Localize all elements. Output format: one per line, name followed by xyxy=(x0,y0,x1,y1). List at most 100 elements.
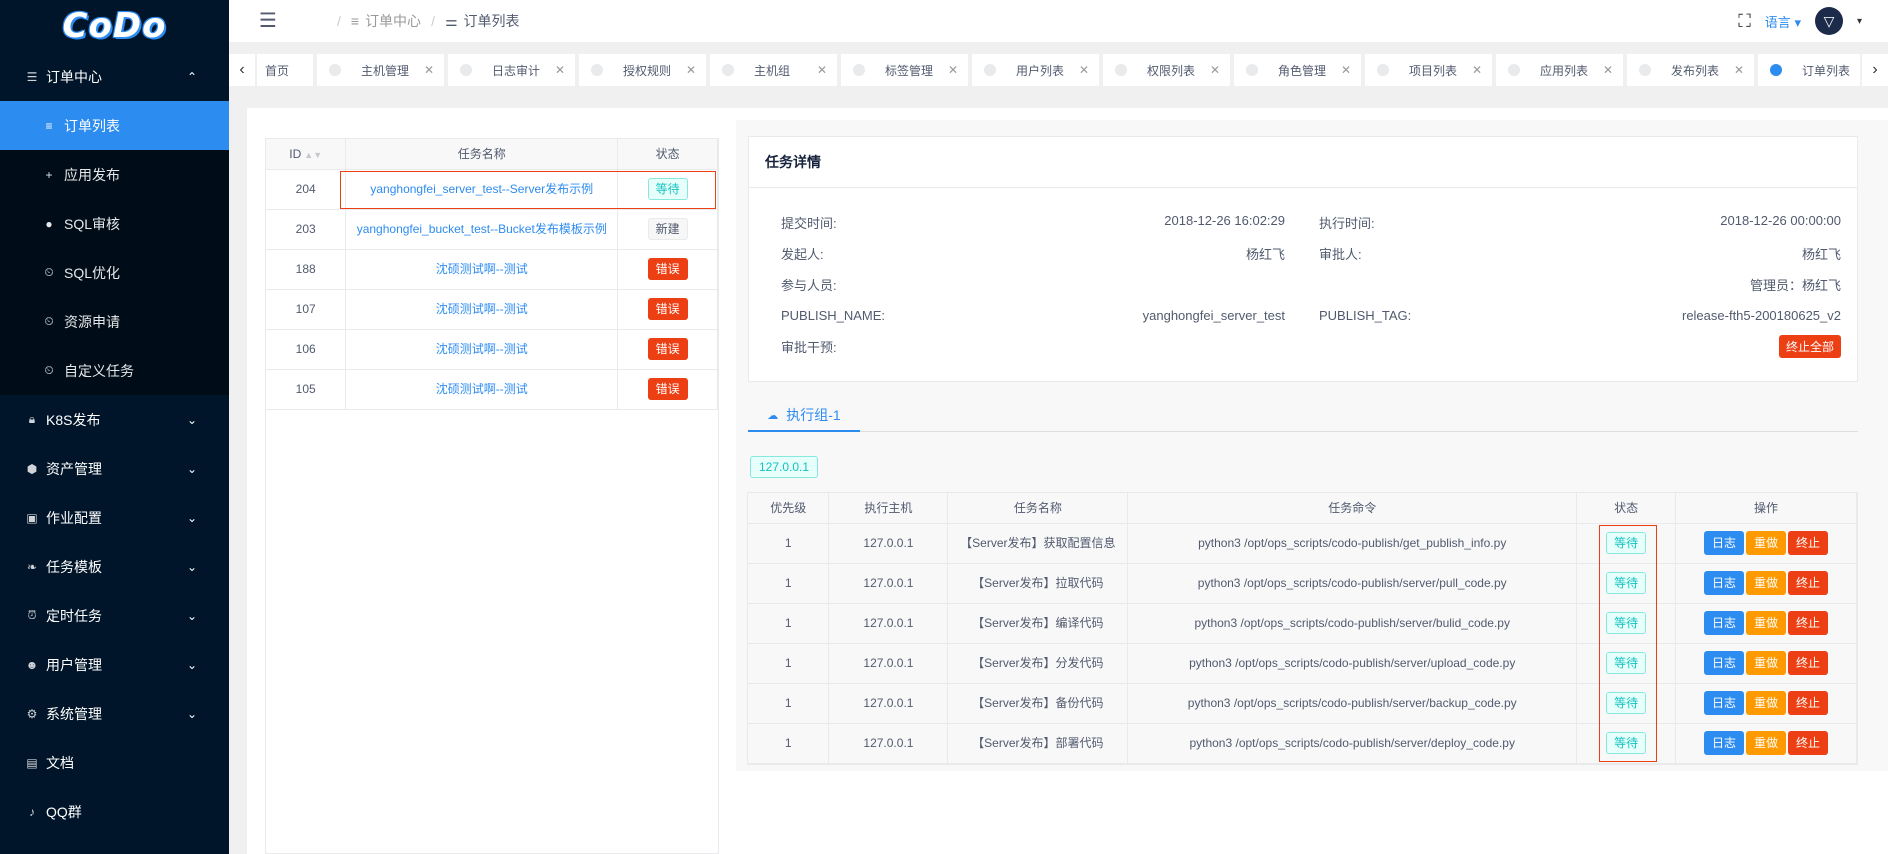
sidebar-item-label: 订单列表 xyxy=(64,117,120,134)
tabs-scroll-left-button[interactable]: ‹ xyxy=(229,54,255,86)
column-header-id[interactable]: ID ▲▼ xyxy=(266,139,347,170)
close-icon[interactable]: ✕ xyxy=(1734,63,1744,77)
column-header-priority: 优先级 xyxy=(748,493,830,524)
log-button[interactable]: 日志 xyxy=(1704,571,1745,595)
redo-button[interactable]: 重做 xyxy=(1746,611,1787,635)
language-dropdown[interactable]: 语言 ▾ xyxy=(1765,12,1801,31)
close-icon[interactable]: ✕ xyxy=(1341,63,1351,77)
close-icon[interactable]: ✕ xyxy=(424,63,434,77)
breadcrumb-item-order-list: 订单列表 xyxy=(463,13,520,29)
hamburger-icon[interactable]: ☰ xyxy=(259,8,277,33)
redo-button[interactable]: 重做 xyxy=(1746,651,1787,675)
menu-group-k8s[interactable]: 🔒︎ K8S发布 ⌄ xyxy=(0,395,229,444)
host-cell: 127.0.0.1 xyxy=(828,563,949,604)
tab-tag-mgmt[interactable]: 标签管理 ✕ xyxy=(841,54,968,86)
caret-down-icon[interactable]: ▾ xyxy=(1857,16,1862,27)
tab-order-list[interactable]: 订单列表✕ xyxy=(1758,54,1860,86)
menu-group-scheduled-task[interactable]: ⏰︎ 定时任务 ⌄ xyxy=(0,591,229,640)
stop-button[interactable]: 终止 xyxy=(1788,531,1829,555)
tab-publish-list[interactable]: 发布列表 ✕ xyxy=(1627,54,1754,86)
redo-button[interactable]: 重做 xyxy=(1746,531,1787,555)
order-name-link[interactable]: 沈硕测试啊--测试 xyxy=(345,329,619,370)
order-name-link[interactable]: 沈硕测试啊--测试 xyxy=(345,369,619,410)
order-name-link[interactable]: 沈硕测试啊--测试 xyxy=(345,289,619,330)
sort-icon[interactable]: ▲▼ xyxy=(304,150,322,160)
table-row[interactable]: 106 沈硕测试啊--测试 错误 xyxy=(266,329,718,370)
order-id: 105 xyxy=(266,369,347,410)
redo-button[interactable]: 重做 xyxy=(1746,731,1787,755)
order-id: 204 xyxy=(266,169,347,210)
close-icon[interactable]: ✕ xyxy=(555,63,565,77)
log-button[interactable]: 日志 xyxy=(1704,531,1745,555)
close-icon[interactable]: ✕ xyxy=(817,63,827,77)
tab-app-list[interactable]: 应用列表 ✕ xyxy=(1496,54,1623,86)
close-icon[interactable]: ✕ xyxy=(1210,63,1220,77)
stop-button[interactable]: 终止 xyxy=(1788,611,1829,635)
tab-role-mgmt[interactable]: 角色管理 ✕ xyxy=(1234,54,1361,86)
table-row[interactable]: 105 沈硕测试啊--测试 错误 xyxy=(266,369,718,410)
avatar[interactable]: ▽ xyxy=(1814,7,1843,35)
table-row[interactable]: 204 yanghongfei_server_test--Server发布示例 等待 xyxy=(266,169,718,210)
breadcrumb-item-order-center[interactable]: 订单中心 xyxy=(365,11,421,31)
menu-group-label: 资产管理 xyxy=(46,460,102,477)
logo[interactable]: CoDo xyxy=(0,0,229,52)
log-button[interactable]: 日志 xyxy=(1704,731,1745,755)
menu-group-system-mgmt[interactable]: ⚙ 系统管理 ⌄ xyxy=(0,689,229,738)
status-badge: 新建 xyxy=(647,218,688,240)
task-table-wrap: 优先级 执行主机 任务名称 任务命令 状态 操作 1 127.0.0.1 【Serv… xyxy=(747,492,1858,765)
bell-icon: ♪ xyxy=(29,804,35,819)
tab-host-group[interactable]: 主机组 ✕ xyxy=(710,54,837,86)
log-button[interactable]: 日志 xyxy=(1704,691,1745,715)
order-name-link[interactable]: yanghongfei_server_test--Server发布示例 xyxy=(345,169,619,210)
redo-button[interactable]: 重做 xyxy=(1746,571,1787,595)
host-tag[interactable]: 127.0.0.1 xyxy=(750,456,819,478)
order-name-link[interactable]: 沈硕测试啊--测试 xyxy=(345,249,619,290)
tabs-scroll-right-button[interactable]: › xyxy=(1862,54,1888,86)
menu-group-task-template[interactable]: ❧ 任务模板 ⌄ xyxy=(0,542,229,591)
menu-group-assets[interactable]: ⬢ 资产管理 ⌄ xyxy=(0,444,229,493)
caret-down-icon: ▾ xyxy=(1794,14,1801,30)
redo-button[interactable]: 重做 xyxy=(1746,691,1787,715)
breadcrumb: / ≡ 订单中心 / ⚌ 订单列表 xyxy=(333,11,520,31)
menu-group-order-center[interactable]: ☰ 订单中心 ⌃ xyxy=(0,52,229,101)
log-button[interactable]: 日志 xyxy=(1704,611,1745,635)
menu-group-user-mgmt[interactable]: ☻ 用户管理 ⌄ xyxy=(0,640,229,689)
close-icon[interactable]: ✕ xyxy=(1603,63,1613,77)
column-header-actions: 操作 xyxy=(1675,493,1857,524)
sidebar-item-sql-optimize[interactable]: ⏲ SQL优化 xyxy=(0,248,229,297)
close-icon[interactable]: ✕ xyxy=(686,63,696,77)
stop-button[interactable]: 终止 xyxy=(1788,731,1829,755)
tab-log-audit[interactable]: 日志审计 ✕ xyxy=(448,54,575,86)
sidebar-item-resource-request[interactable]: ⏲ 资源申请 xyxy=(0,297,229,346)
tab-home[interactable]: 首页 xyxy=(257,54,313,86)
tab-exec-group-1[interactable]: ☁ 执行组-1 xyxy=(748,400,860,432)
tab-permission-list[interactable]: 权限列表 ✕ xyxy=(1103,54,1230,86)
table-row[interactable]: 188 沈硕测试啊--测试 错误 xyxy=(266,249,718,290)
briefcase-icon: ▣ xyxy=(26,510,38,525)
column-header-name: 任务名称 xyxy=(345,139,619,170)
table-row[interactable]: 107 沈硕测试啊--测试 错误 xyxy=(266,289,718,330)
fullscreen-icon[interactable]: ⛶ xyxy=(1738,11,1751,32)
tab-project-list[interactable]: 项目列表 ✕ xyxy=(1365,54,1492,86)
sidebar-item-sql-audit[interactable]: ● SQL审核 xyxy=(0,199,229,248)
tab-host-mgmt[interactable]: 主机管理 ✕ xyxy=(317,54,444,86)
sidebar-link-docs[interactable]: ▤ 文档 xyxy=(0,738,229,787)
close-icon[interactable]: ✕ xyxy=(1079,63,1089,77)
table-row[interactable]: 203 yanghongfei_bucket_test--Bucket发布模板示例… xyxy=(266,209,718,250)
sidebar-item-order-list[interactable]: ≡ 订单列表 xyxy=(0,101,229,150)
menu-group-job-config[interactable]: ▣ 作业配置 ⌄ xyxy=(0,493,229,542)
log-button[interactable]: 日志 xyxy=(1704,651,1745,675)
stop-button[interactable]: 终止 xyxy=(1788,691,1829,715)
order-id: 203 xyxy=(266,209,347,250)
order-name-link[interactable]: yanghongfei_bucket_test--Bucket发布模板示例 xyxy=(345,209,619,250)
tab-user-list[interactable]: 用户列表 ✕ xyxy=(972,54,1099,86)
tab-auth-rules[interactable]: 授权规则 ✕ xyxy=(579,54,706,86)
close-icon[interactable]: ✕ xyxy=(1472,63,1482,77)
sidebar-item-app-publish[interactable]: + 应用发布 xyxy=(0,150,229,199)
sidebar-item-custom-task[interactable]: ⏲ 自定义任务 xyxy=(0,346,229,395)
close-icon[interactable]: ✕ xyxy=(948,63,958,77)
stop-all-button[interactable]: 终止全部 xyxy=(1778,335,1841,358)
stop-button[interactable]: 终止 xyxy=(1788,571,1829,595)
sidebar-link-qq-group[interactable]: ♪ QQ群 xyxy=(0,787,229,836)
stop-button[interactable]: 终止 xyxy=(1788,651,1829,675)
